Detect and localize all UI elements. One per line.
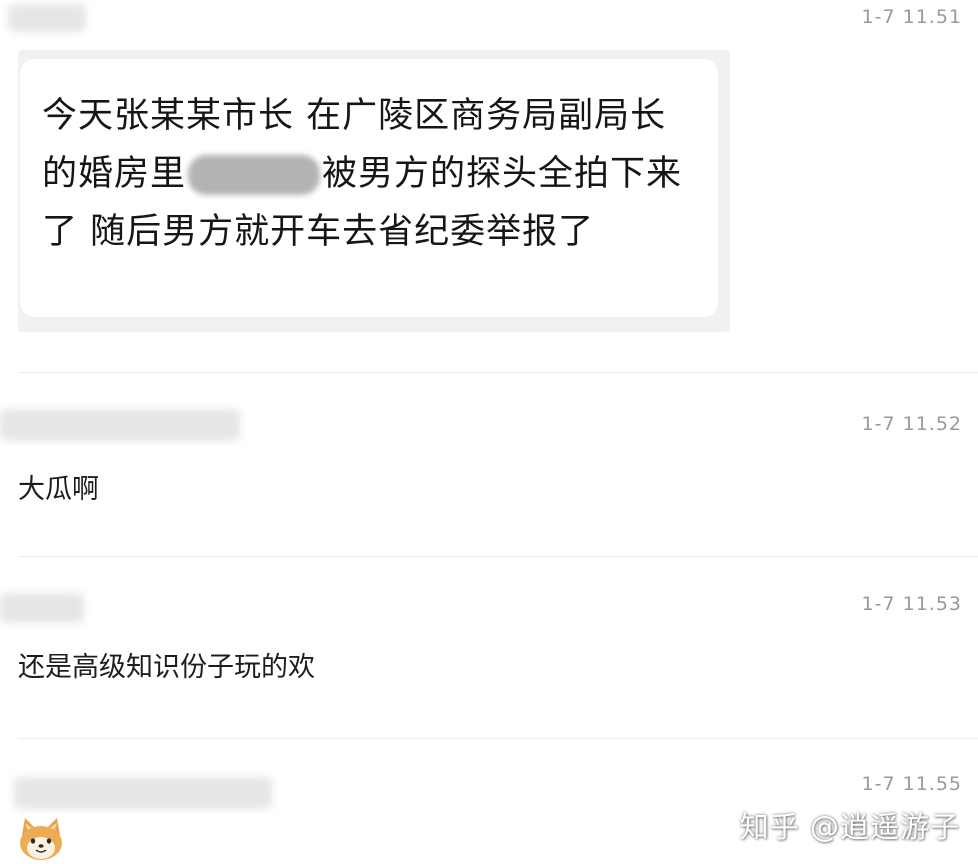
quoted-message-bubble: 今天张某某市长 在广陵区商务局副局长 的婚房里 被男方的探头全拍下来了 随后男方就… <box>18 50 730 332</box>
chat-message-1: 1-7 11.51 今天张某某市长 在广陵区商务局副局长 的婚房里 被男方的探头全… <box>0 0 978 370</box>
message-time: 1-7 11.53 <box>861 593 962 615</box>
message-time: 1-7 11.55 <box>861 773 962 795</box>
sender-name-redacted <box>14 777 272 809</box>
chat-message-2: 1-7 11.52 大瓜啊 <box>0 373 978 553</box>
sender-name-redacted <box>0 409 240 441</box>
shiba-dog-emoji-icon <box>20 818 62 860</box>
sender-name-redacted <box>0 593 84 623</box>
chat-log: 1-7 11.51 今天张某某市长 在广陵区商务局副局长 的婚房里 被男方的探头全… <box>0 0 978 864</box>
bubble-body: 今天张某某市长 在广陵区商务局副局长 的婚房里 被男方的探头全拍下来了 随后男方就… <box>20 59 718 317</box>
quoted-message-text: 今天张某某市长 在广陵区商务局副局长 的婚房里 被男方的探头全拍下来了 随后男方就… <box>42 87 702 261</box>
sender-name-redacted <box>8 4 86 32</box>
message-text: 还是高级知识份子玩的欢 <box>18 652 315 683</box>
redacted-name-blur <box>188 155 321 195</box>
chat-message-3: 1-7 11.53 还是高级知识份子玩的欢 <box>0 557 978 737</box>
message-time: 1-7 11.51 <box>861 6 962 28</box>
watermark: 知乎 @逍遥游子 <box>739 810 960 844</box>
message-text: 大瓜啊 <box>18 474 99 505</box>
message-time: 1-7 11.52 <box>861 413 962 435</box>
